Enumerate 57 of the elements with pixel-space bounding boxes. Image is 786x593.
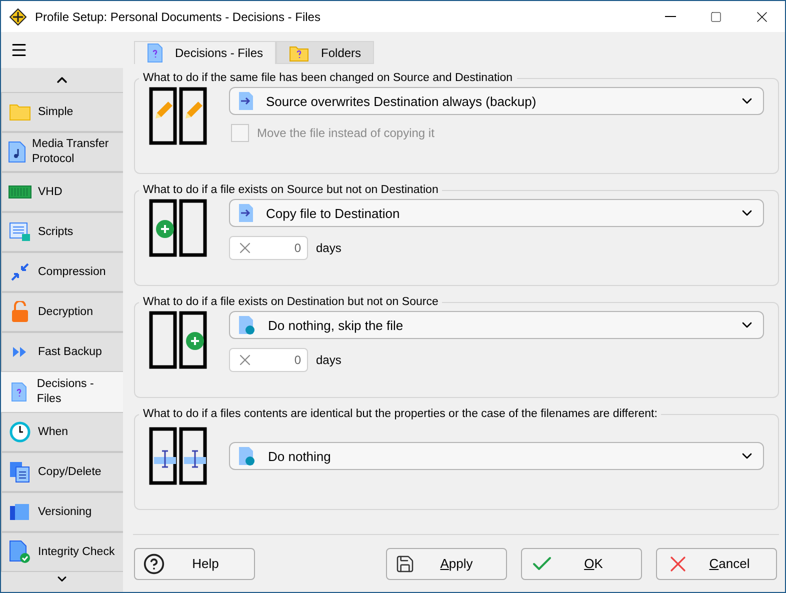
sidebar-item[interactable]: Simple — [1, 92, 123, 132]
sidebar-item[interactable]: Decisions - Files — [1, 372, 123, 412]
days-spin-field[interactable]: 0 — [229, 236, 308, 260]
maximize-icon — [710, 10, 722, 22]
help-button[interactable]: Help — [134, 548, 255, 580]
sidebar-item[interactable]: Decryption — [1, 292, 123, 332]
sidebar-item[interactable]: VHD — [1, 172, 123, 212]
tab[interactable]: Folders — [276, 41, 374, 64]
minimize-icon — [664, 16, 676, 17]
stacked-files-icon — [9, 502, 31, 522]
action-dropdown[interactable]: Source overwrites Destination always (backup) — [229, 87, 764, 116]
tab[interactable]: Decisions - Files — [134, 41, 276, 64]
script-icon — [9, 222, 31, 242]
add-to-destination-drawing — [149, 200, 207, 257]
sidebar-item[interactable]: Integrity Check — [1, 532, 123, 572]
action-dropdown[interactable]: Copy file to Destination — [229, 199, 764, 228]
group-title: What to do if a files contents are identical but the properties or the case of the filenames are different: — [142, 407, 658, 422]
two-files-cursors-drawing — [149, 428, 207, 485]
file-arrow-icon — [238, 203, 254, 224]
copy-files-icon — [9, 461, 31, 483]
ok-button[interactable]: OK — [521, 548, 642, 580]
app-logo-icon — [9, 8, 27, 26]
checkbox-label: Move the file instead of copying it — [257, 125, 434, 142]
save-button[interactable]: Apply — [386, 548, 507, 580]
menu-icon — [10, 41, 28, 59]
days-label: days — [316, 352, 342, 370]
sidebar-item[interactable]: When — [1, 412, 123, 452]
sidebar-item[interactable]: Fast Backup — [1, 332, 123, 372]
two-files-pencils-drawing — [149, 88, 207, 145]
cancel-button[interactable]: Cancel — [656, 548, 777, 580]
question-file-icon — [10, 382, 27, 402]
action-dropdown[interactable]: Do nothing, skip the file — [229, 311, 764, 340]
sidebar-item[interactable]: Scripts — [1, 212, 123, 252]
sidebar-item[interactable]: Media Transfer Protocol — [1, 132, 123, 172]
sidebar-item[interactable]: Compression — [1, 252, 123, 292]
sidebar-item[interactable]: Copy/Delete — [1, 452, 123, 492]
group-title: What to do if a file exists on Destination but not on Source — [142, 295, 440, 310]
question-file-icon — [147, 43, 163, 63]
fast-forward-icon — [12, 346, 28, 358]
question-folder-icon — [289, 44, 310, 62]
action-dropdown[interactable]: Do nothing — [229, 442, 764, 470]
sidebar-item[interactable]: Versioning — [1, 492, 123, 532]
group-title: What to do if the same file has been changed on Source and Destination — [142, 71, 514, 86]
file-arrow-icon — [238, 91, 254, 112]
window-title: Profile Setup: Personal Documents - Decisions - Files — [35, 8, 320, 26]
help-icon — [143, 552, 165, 574]
folder-icon — [9, 103, 31, 121]
save-icon — [395, 554, 415, 574]
verified-file-icon — [9, 540, 31, 564]
days-label: days — [316, 240, 342, 258]
unlocked-padlock-icon — [11, 301, 29, 323]
add-to-source-drawing — [149, 312, 207, 369]
group-title: What to do if a file exists on Source but not on Destination — [142, 183, 440, 198]
days-spin-field[interactable]: 0 — [229, 348, 308, 372]
compress-arrows-icon — [10, 262, 30, 282]
music-file-icon — [8, 141, 26, 163]
clock-icon — [9, 421, 31, 443]
